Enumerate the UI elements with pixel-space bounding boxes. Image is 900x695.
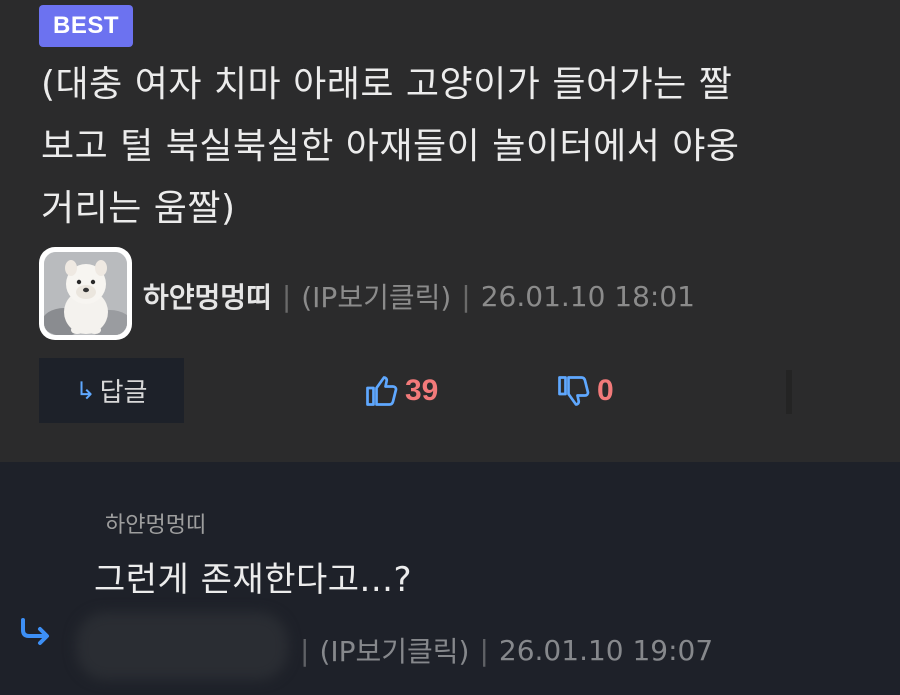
reply-timestamp: 26.01.10 19:07 — [498, 633, 714, 667]
redacted-author-name — [76, 612, 288, 680]
best-badge: BEST — [39, 5, 133, 47]
meta-separator: | — [281, 279, 292, 313]
reply-button[interactable]: ↳ 답글 — [39, 358, 184, 423]
ip-view-link[interactable]: (IP보기클릭) — [319, 630, 469, 670]
meta-separator: | — [479, 633, 489, 667]
comment-meta: 하얀멍멍띠 | (IP보기클릭) | 26.01.10 18:01 — [143, 276, 695, 316]
thumbs-up-icon — [366, 376, 398, 406]
meta-separator: | — [461, 279, 471, 313]
ip-view-link[interactable]: (IP보기클릭) — [301, 276, 451, 316]
upvote-button[interactable]: 39 — [363, 366, 438, 416]
meta-separator: | — [300, 633, 310, 667]
reply-button-label: 답글 — [99, 378, 148, 408]
reply-target-name: 하얀멍멍띠 — [105, 513, 207, 538]
reply-comment: 하얀멍멍띠 그런게 존재한다고...? | (IP보기클릭) | 26.01.1… — [0, 462, 900, 695]
author-name[interactable]: 하얀멍멍띠 — [143, 276, 272, 316]
reply-arrow-icon — [21, 618, 49, 645]
thumbs-down-icon — [558, 376, 590, 406]
best-comment: BEST (대충 여자 치마 아래로 고양이가 들어가는 짤 보고 털 북실북실… — [0, 0, 900, 462]
reply-arrow-icon: ↳ — [75, 376, 96, 405]
upvote-count: 39 — [405, 374, 439, 407]
avatar-image — [44, 252, 127, 335]
divider — [786, 370, 792, 414]
avatar[interactable] — [39, 247, 132, 340]
comment-text: (대충 여자 치마 아래로 고양이가 들어가는 짤 보고 털 북실북실한 아재들… — [41, 64, 740, 229]
reply-text: 그런게 존재한다고...? — [94, 560, 413, 600]
downvote-button[interactable]: 0 — [555, 366, 614, 416]
comment-timestamp: 26.01.10 18:01 — [480, 279, 695, 313]
reply-meta: | (IP보기클릭) | 26.01.10 19:07 — [290, 630, 713, 670]
puppy-avatar-icon — [44, 252, 127, 335]
downvote-count: 0 — [597, 374, 614, 407]
